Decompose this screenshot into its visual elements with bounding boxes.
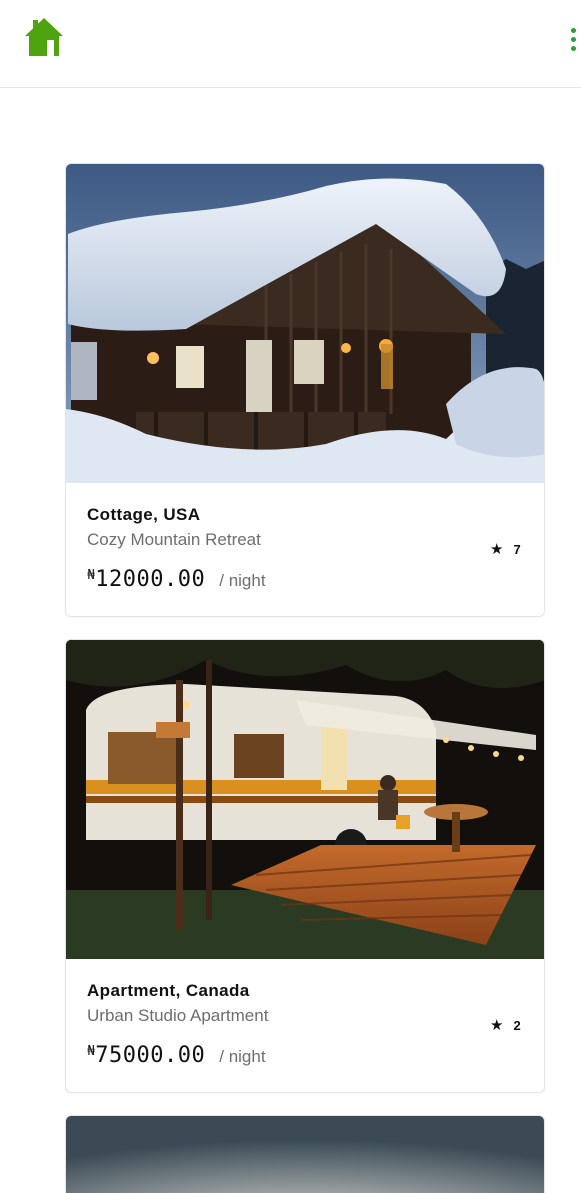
rating-value: 7 — [513, 542, 521, 557]
listing-photo — [66, 1116, 544, 1193]
app-header — [0, 0, 581, 88]
price-unit: / night — [219, 571, 266, 590]
listing-subtitle: Cozy Mountain Retreat — [87, 530, 261, 549]
listing-photo — [66, 164, 544, 483]
price-unit: / night — [219, 1047, 266, 1066]
listing-price: ₦ 12000.00 / night — [87, 567, 266, 592]
currency-symbol: ₦ — [87, 1044, 96, 1059]
listing-info: Apartment, Canada Urban Studio Apartment… — [66, 959, 544, 1092]
listing-rating: ★ 7 — [490, 542, 521, 557]
more-menu-icon[interactable] — [566, 26, 580, 54]
listing-title: Apartment, Canada — [87, 981, 250, 1000]
listing-card[interactable] — [65, 1115, 545, 1193]
listing-card[interactable]: Apartment, Canada Urban Studio Apartment… — [65, 639, 545, 1093]
listing-photo — [66, 640, 544, 959]
currency-symbol: ₦ — [87, 568, 96, 583]
star-icon: ★ — [490, 1017, 504, 1034]
price-amount: 75000.00 — [95, 1043, 206, 1068]
star-icon: ★ — [490, 541, 504, 558]
listing-rating: ★ 2 — [490, 1018, 521, 1033]
listing-subtitle: Urban Studio Apartment — [87, 1006, 269, 1025]
price-amount: 12000.00 — [95, 567, 206, 592]
listing-card[interactable]: Cottage, USA Cozy Mountain Retreat ★ 7 ₦… — [65, 163, 545, 617]
rating-value: 2 — [513, 1018, 521, 1033]
home-icon[interactable] — [24, 16, 64, 58]
listing-price: ₦ 75000.00 / night — [87, 1043, 266, 1068]
listing-title: Cottage, USA — [87, 505, 201, 524]
listing-info: Cottage, USA Cozy Mountain Retreat ★ 7 ₦… — [66, 483, 544, 616]
